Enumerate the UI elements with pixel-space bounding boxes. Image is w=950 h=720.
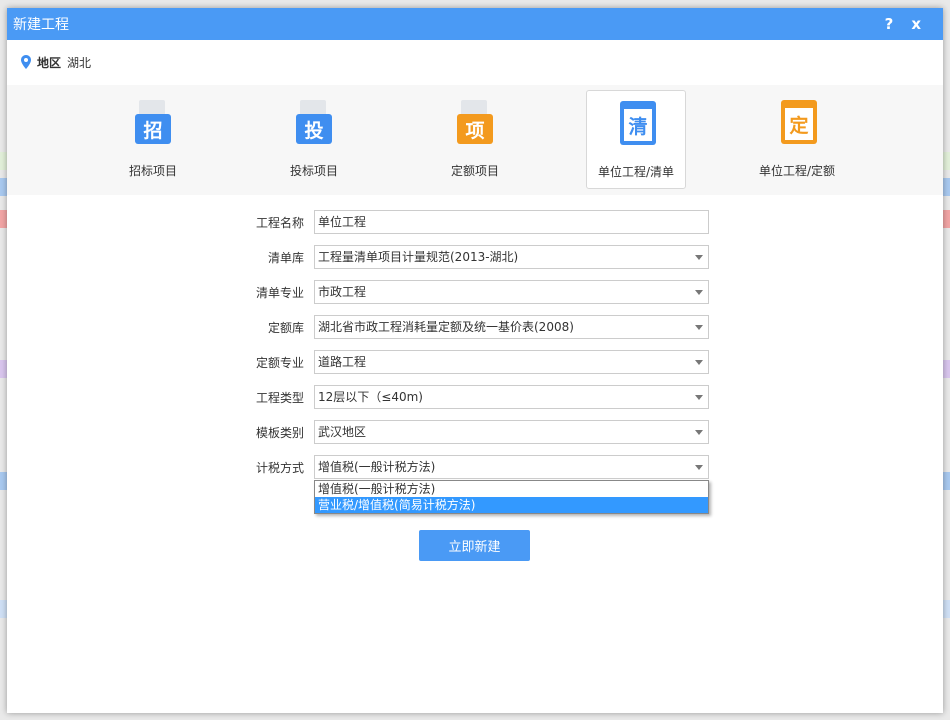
dropdown-arrow-icon — [695, 325, 703, 330]
type-label: 单位工程/定额 — [758, 164, 836, 178]
dropdown-arrow-icon — [695, 290, 703, 295]
project-type-band: 招 招标项目 投 投标项目 项 定额项目 清 单位工程/清单 定 单位工程/定额 — [7, 85, 943, 195]
field-label: 工程名称 — [255, 216, 304, 230]
dropdown-arrow-icon — [695, 255, 703, 260]
field-label: 工程类型 — [255, 391, 304, 405]
field-project-type: 工程类型 12层以下（≤40m) — [7, 385, 943, 409]
quota-library-select[interactable]: 湖北省市政工程消耗量定额及统一基价表(2008) — [314, 315, 709, 339]
field-project-name: 工程名称 单位工程 — [7, 210, 943, 234]
tax-method-dropdown-list: 增值税(一般计税方法) 营业税/增值税(简易计税方法) — [314, 480, 709, 514]
type-unit-quota[interactable]: 定 单位工程/定额 — [747, 90, 847, 189]
template-category-select[interactable]: 武汉地区 — [314, 420, 709, 444]
tax-method-select[interactable]: 增值税(一般计税方法) — [314, 455, 709, 479]
field-quota-library: 定额库 湖北省市政工程消耗量定额及统一基价表(2008) — [7, 315, 943, 339]
select-value: 增值税(一般计税方法) — [318, 460, 436, 474]
type-quota-project[interactable]: 项 定额项目 — [425, 90, 525, 189]
select-value: 工程量清单项目计量规范(2013-湖北) — [318, 250, 519, 264]
type-bid[interactable]: 投 投标项目 — [264, 90, 364, 189]
field-tax-method: 计税方式 增值税(一般计税方法) — [7, 455, 943, 479]
type-unit-bill[interactable]: 清 单位工程/清单 — [586, 90, 686, 189]
type-label: 招标项目 — [128, 164, 177, 178]
field-label: 定额专业 — [255, 356, 304, 370]
field-bill-library: 清单库 工程量清单项目计量规范(2013-湖北) — [7, 245, 943, 269]
location-pin-icon — [21, 55, 31, 69]
help-button[interactable]: ? — [885, 15, 894, 33]
project-type-select[interactable]: 12层以下（≤40m) — [314, 385, 709, 409]
title-bar: 新建工程 ? x — [7, 8, 943, 40]
select-value: 道路工程 — [318, 355, 367, 369]
select-value: 市政工程 — [318, 285, 367, 299]
type-tender[interactable]: 招 招标项目 — [103, 90, 203, 189]
region-row: 地区 湖北 — [7, 40, 943, 84]
bid-folder-icon: 投 — [294, 100, 334, 144]
region-label: 地区 — [37, 55, 62, 70]
region-value[interactable]: 湖北 — [67, 54, 91, 71]
field-quota-specialty: 定额专业 道路工程 — [7, 350, 943, 374]
select-value: 12层以下（≤40m) — [318, 390, 423, 404]
quota-notepad-icon: 定 — [777, 100, 817, 144]
field-template-category: 模板类别 武汉地区 — [7, 420, 943, 444]
bill-notepad-icon: 清 — [616, 101, 656, 145]
dropdown-option-highlighted[interactable]: 营业税/增值税(简易计税方法) — [315, 497, 708, 513]
tender-folder-icon: 招 — [133, 100, 173, 144]
field-label: 清单专业 — [255, 286, 304, 300]
dropdown-arrow-icon — [695, 430, 703, 435]
field-label: 定额库 — [267, 321, 304, 335]
bill-library-select[interactable]: 工程量清单项目计量规范(2013-湖北) — [314, 245, 709, 269]
select-value: 武汉地区 — [318, 425, 367, 439]
field-label: 清单库 — [267, 251, 304, 265]
type-label: 投标项目 — [289, 164, 338, 178]
field-label: 计税方式 — [255, 461, 304, 475]
project-name-input[interactable]: 单位工程 — [314, 210, 709, 234]
new-project-dialog: 新建工程 ? x 地区 湖北 招 招标项目 投 投标项目 项 定额项目 清 单位… — [7, 8, 943, 713]
bill-specialty-select[interactable]: 市政工程 — [314, 280, 709, 304]
select-value: 湖北省市政工程消耗量定额及统一基价表(2008) — [318, 320, 574, 334]
quota-folder-icon: 项 — [455, 100, 495, 144]
dropdown-arrow-icon — [695, 395, 703, 400]
dropdown-arrow-icon — [695, 360, 703, 365]
field-bill-specialty: 清单专业 市政工程 — [7, 280, 943, 304]
create-now-button[interactable]: 立即新建 — [419, 530, 530, 561]
field-label: 模板类别 — [255, 426, 304, 440]
dialog-title: 新建工程 — [13, 17, 69, 33]
dropdown-option[interactable]: 增值税(一般计税方法) — [315, 481, 708, 497]
close-button[interactable]: x — [911, 15, 921, 33]
type-label: 单位工程/清单 — [597, 165, 675, 179]
quota-specialty-select[interactable]: 道路工程 — [314, 350, 709, 374]
type-label: 定额项目 — [450, 164, 499, 178]
dropdown-arrow-icon — [695, 465, 703, 470]
